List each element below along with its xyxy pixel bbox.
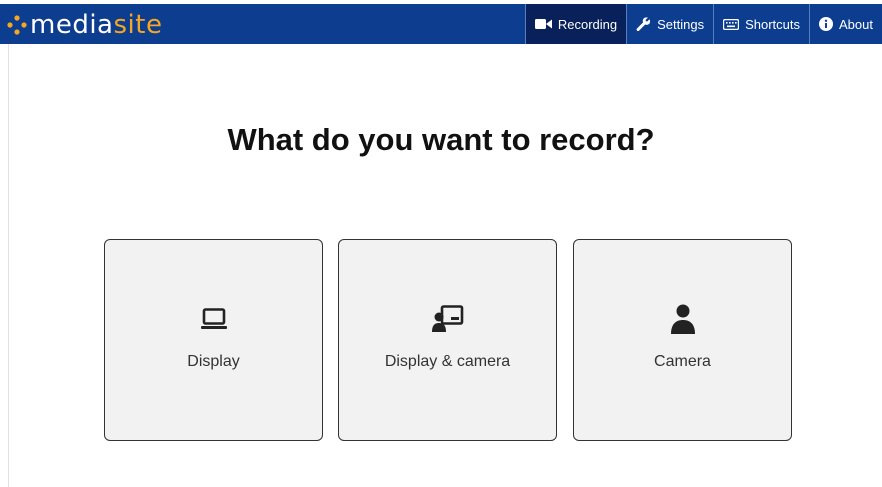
left-divider <box>8 44 9 487</box>
logo-text-part2: site <box>113 10 163 40</box>
record-option-display-label: Display <box>187 353 240 370</box>
nav-settings[interactable]: Settings <box>626 4 713 44</box>
keyboard-icon <box>723 18 740 30</box>
info-icon <box>819 17 834 31</box>
top-nav: Recording Settings Shortcuts About <box>524 4 882 44</box>
page-title: What do you want to record? <box>227 122 655 157</box>
logo-dots-icon <box>7 15 27 35</box>
wrench-icon <box>636 16 651 31</box>
record-option-display[interactable]: Display <box>104 239 323 441</box>
video-camera-icon <box>534 19 552 29</box>
record-option-display-camera[interactable]: Display & camera <box>338 239 557 441</box>
nav-shortcuts[interactable]: Shortcuts <box>713 4 809 44</box>
record-option-camera-label: Camera <box>654 353 711 370</box>
logo-text: mediasite <box>30 12 162 38</box>
laptop-icon <box>105 304 322 334</box>
nav-recording[interactable]: Recording <box>524 4 627 44</box>
top-header: mediasite Recording Settings Shortcuts A… <box>0 0 882 44</box>
nav-about[interactable]: About <box>809 4 882 44</box>
record-option-display-camera-label: Display & camera <box>384 353 511 370</box>
presenter-screen-icon <box>339 304 556 334</box>
person-icon <box>574 304 791 334</box>
nav-recording-label: Recording <box>557 16 618 32</box>
nav-about-label: About <box>839 16 873 32</box>
logo-text-part1: media <box>30 10 114 40</box>
record-option-camera[interactable]: Camera <box>573 239 792 441</box>
mediasite-logo: mediasite <box>6 7 162 43</box>
nav-settings-label: Settings <box>657 16 705 32</box>
nav-shortcuts-label: Shortcuts <box>745 16 801 32</box>
